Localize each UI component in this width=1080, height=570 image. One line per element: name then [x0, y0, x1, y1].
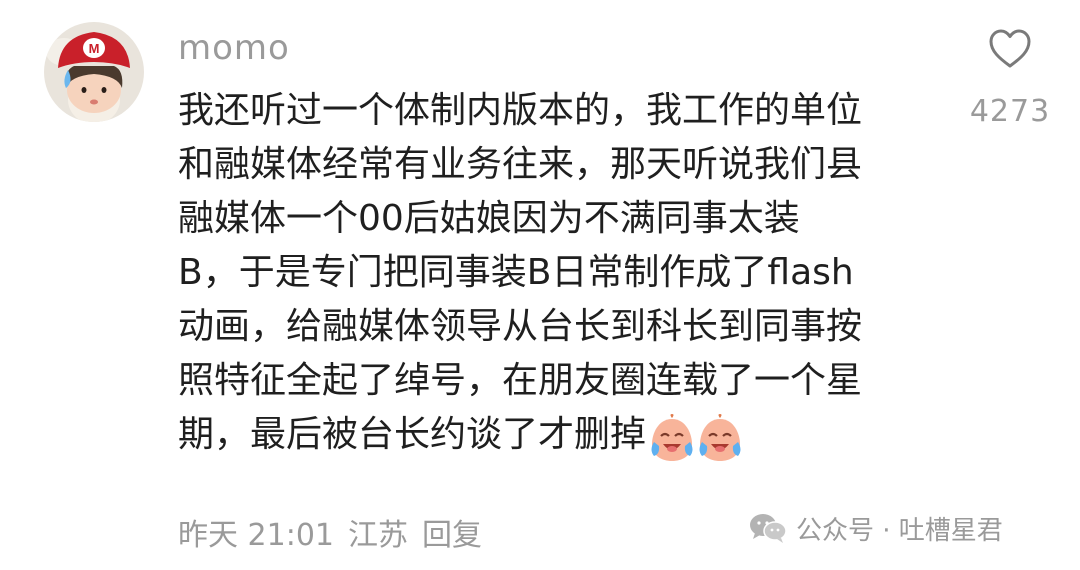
comment-line: 动画，给融媒体领导从台长到科长到同事按 [178, 306, 863, 347]
watermark-text: 公众号 · 吐槽星君 [796, 515, 1003, 546]
svg-text:M: M [89, 41, 100, 56]
watermark: 公众号 · 吐槽星君 [748, 508, 1003, 548]
reply-button[interactable]: 回复 [422, 518, 482, 553]
heart-icon[interactable] [987, 26, 1033, 72]
comment-line: B，于是专门把同事装B日常制作成了flash [178, 252, 854, 293]
comment-line-text: 期，最后被台长约谈了才删掉 [178, 414, 647, 455]
comment-meta: 昨天 21:01 江苏 回复 [178, 512, 496, 560]
laugh-cry-emoji-icon [699, 414, 741, 461]
comment-line: 照特征全起了绰号，在朋友圈连载了一个星 [178, 360, 863, 401]
comment-line: 融媒体一个00后姑娘因为不满同事太装 [178, 198, 800, 239]
emoji-group [648, 411, 744, 461]
comment-location: 江苏 [348, 518, 408, 553]
avatar[interactable]: M [44, 22, 144, 122]
comment-line-last: 期，最后被台长约谈了才删掉 [178, 408, 938, 462]
comment-line: 我还听过一个体制内版本的，我工作的单位 [178, 90, 863, 131]
avatar-image: M [44, 22, 144, 122]
username[interactable]: momo [178, 24, 290, 72]
laugh-cry-emoji-icon [651, 414, 693, 461]
like-area: 4273 [962, 26, 1058, 130]
comment-text: 我还听过一个体制内版本的，我工作的单位 和融媒体经常有业务往来，那天听说我们县 … [178, 84, 938, 462]
comment-line: 和融媒体经常有业务往来，那天听说我们县 [178, 144, 863, 185]
comment-time: 昨天 21:01 [178, 518, 334, 553]
like-count: 4273 [969, 94, 1051, 129]
wechat-icon [750, 514, 787, 543]
